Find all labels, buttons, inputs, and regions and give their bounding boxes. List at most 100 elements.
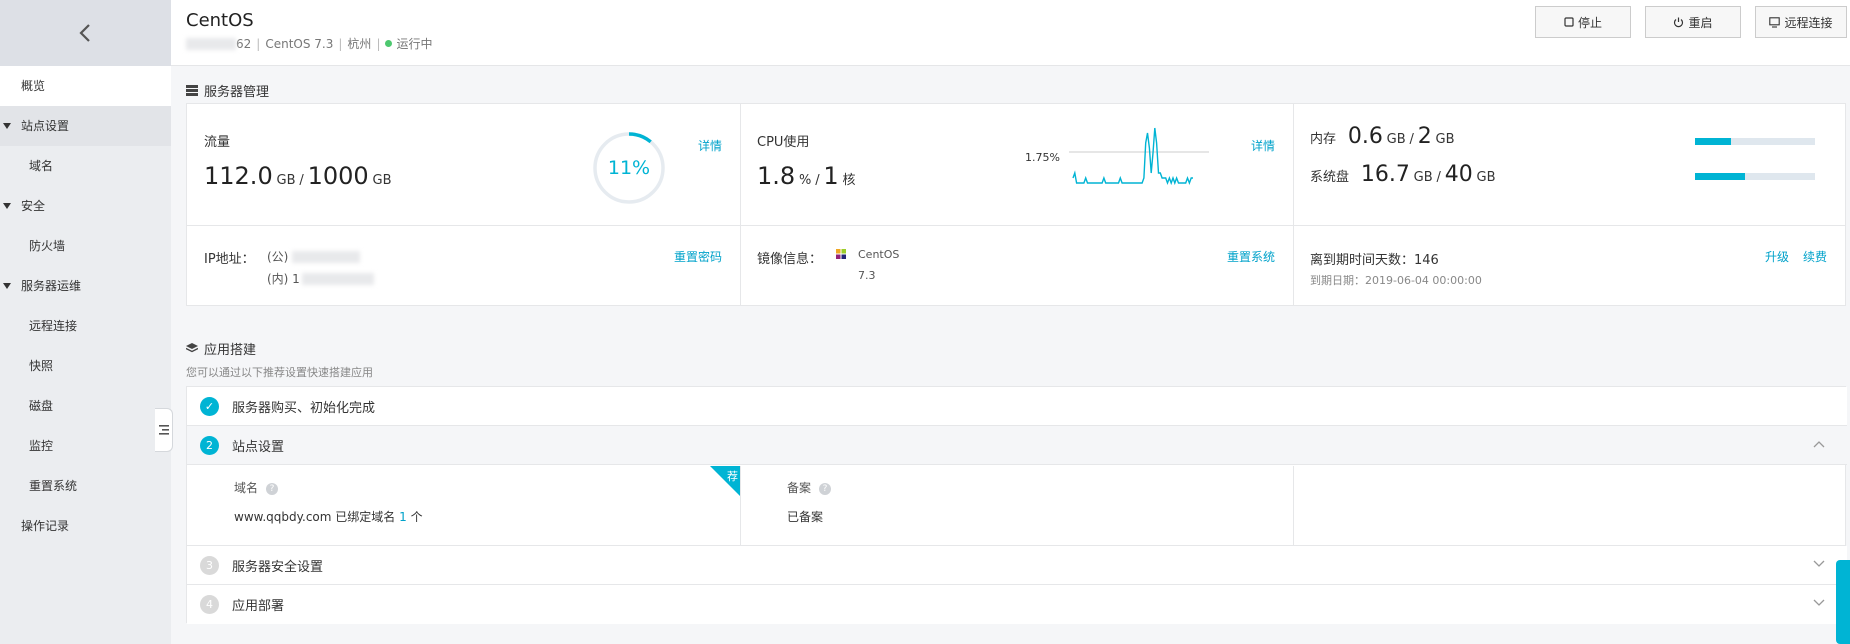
- upgrade-link[interactable]: 升级: [1765, 248, 1789, 265]
- app-subtitle: 您可以通过以下推荐设置快速搭建应用: [186, 366, 373, 379]
- power-icon: [1674, 17, 1684, 27]
- sidebar-item-8[interactable]: 磁盘: [0, 386, 171, 426]
- step-row-1[interactable]: ✓ 服务器购买、初始化完成: [187, 387, 1847, 426]
- step-number-2: 2: [200, 435, 219, 455]
- chevron-left-icon: [78, 24, 90, 42]
- sidebar-item-10[interactable]: 重置系统: [0, 466, 171, 506]
- stop-button[interactable]: 停止: [1535, 6, 1631, 38]
- sidebar-item-label: 域名: [29, 159, 54, 173]
- memory-usage-fill: [1695, 138, 1731, 145]
- domain-label: 域名?: [234, 479, 279, 496]
- record-value: 已备案: [787, 510, 824, 524]
- memory-value: 内存 0.6 GB / 2 GB: [1310, 124, 1455, 149]
- traffic-detail-link[interactable]: 详情: [698, 137, 722, 154]
- step-label-2: 站点设置: [232, 439, 285, 455]
- traffic-ring: 11%: [593, 132, 665, 204]
- step-number-3: 3: [200, 555, 219, 575]
- disk-usage-bar: [1695, 173, 1815, 180]
- layers-icon: [186, 343, 198, 353]
- domain-count-link[interactable]: 1: [399, 510, 407, 524]
- chevron-down-icon[interactable]: [1813, 599, 1825, 607]
- recommend-badge: 荐: [710, 466, 740, 496]
- disk-usage-fill: [1695, 173, 1746, 180]
- sidebar-item-label: 防火墙: [29, 239, 66, 253]
- reset-password-link[interactable]: 重置密码: [674, 248, 722, 265]
- monitor-icon: [1769, 16, 1781, 28]
- sidebar-item-0[interactable]: 概览: [0, 66, 171, 106]
- expire-date: 到期日期：2019-06-04 00:00:00: [1310, 274, 1482, 287]
- traffic-label: 流量: [204, 135, 231, 150]
- sidebar-collapse-toggle[interactable]: [155, 408, 173, 452]
- reset-system-link[interactable]: 重置系统: [1227, 248, 1275, 265]
- step-label-3: 服务器安全设置: [232, 559, 324, 575]
- remote-label: 远程连接: [1784, 15, 1833, 30]
- sidebar-item-1[interactable]: 站点设置: [0, 106, 171, 146]
- step-label-4: 应用部署: [232, 599, 285, 614]
- list-collapse-icon: [158, 425, 169, 435]
- image-version: 7.3: [858, 269, 876, 282]
- server-section-title: 服务器管理: [186, 81, 269, 100]
- sidebar-item-6[interactable]: 远程连接: [0, 306, 171, 346]
- traffic-value: 112.0 GB / 1000 GB: [204, 162, 392, 190]
- os-version: CentOS 7.3: [265, 36, 334, 51]
- region: 杭州: [347, 37, 372, 51]
- app-section-title: 应用搭建: [186, 339, 256, 358]
- sidebar-item-3[interactable]: 安全: [0, 186, 171, 226]
- sidebar-item-label: 重置系统: [29, 479, 78, 493]
- ip-label: IP地址：: [204, 252, 255, 267]
- private-ip: (内) 1: [267, 270, 374, 287]
- step-number-4: 4: [200, 595, 219, 614]
- server-overview-card: 流量 112.0 GB / 1000 GB 11% 详情 CPU使用 1.8 %…: [186, 103, 1846, 306]
- stop-icon: [1564, 17, 1574, 27]
- cpu-peak-label: 1.75%: [1025, 151, 1060, 164]
- caret-down-icon: [3, 203, 11, 209]
- caret-down-icon: [3, 283, 11, 289]
- consult-float-tab[interactable]: [1836, 560, 1850, 644]
- memory-usage-bar: [1695, 138, 1815, 145]
- image-label: 镜像信息：: [757, 252, 823, 267]
- restart-label: 重启: [1688, 15, 1713, 30]
- public-ip: (公): [267, 248, 361, 265]
- restart-button[interactable]: 重启: [1645, 6, 1741, 38]
- renew-link[interactable]: 续费: [1803, 248, 1827, 265]
- sidebar-item-11[interactable]: 操作记录: [0, 506, 171, 546]
- step-label-1: 服务器购买、初始化完成: [232, 400, 376, 416]
- sidebar-item-5[interactable]: 服务器运维: [0, 266, 171, 306]
- sidebar-item-label: 操作记录: [21, 519, 70, 533]
- caret-down-icon: [3, 123, 11, 129]
- cpu-detail-link[interactable]: 详情: [1251, 137, 1275, 154]
- status-text: 运行中: [396, 37, 433, 51]
- sidebar-item-label: 快照: [29, 359, 54, 373]
- ip-suffix: 62: [236, 36, 252, 51]
- stop-label: 停止: [1577, 15, 1602, 30]
- sidebar: 概览站点设置域名安全防火墙服务器运维远程连接快照磁盘监控重置系统操作记录: [0, 0, 173, 644]
- cpu-value: 1.8 % / 1 核: [757, 162, 856, 190]
- help-icon: ?: [266, 482, 279, 495]
- app-steps-card: ✓ 服务器购买、初始化完成 2 站点设置 域名? www.qqbdy.com 已…: [186, 386, 1847, 624]
- sidebar-item-label: 远程连接: [29, 319, 78, 333]
- sidebar-item-4[interactable]: 防火墙: [0, 226, 171, 266]
- cpu-series-line: [1072, 127, 1193, 186]
- traffic-percent: 11%: [608, 157, 650, 179]
- remote-connect-button[interactable]: 远程连接: [1755, 6, 1847, 38]
- redacted-ip: [186, 37, 236, 50]
- instance-summary: 62 | CentOS 7.3 | 杭州 | 运行中: [186, 35, 433, 52]
- centos-logo-icon: [836, 249, 846, 259]
- chevron-down-icon[interactable]: [1813, 560, 1825, 568]
- back-button[interactable]: [0, 0, 171, 66]
- sidebar-item-7[interactable]: 快照: [0, 346, 171, 386]
- sidebar-item-9[interactable]: 监控: [0, 426, 171, 466]
- step-row-2[interactable]: 2 站点设置: [187, 426, 1847, 465]
- page-header: CentOS 62 | CentOS 7.3 | 杭州 | 运行中 停止 重启 …: [171, 0, 1850, 66]
- step-row-4[interactable]: 4 应用部署: [187, 585, 1847, 624]
- sidebar-item-label: 磁盘: [29, 399, 54, 413]
- step-row-3[interactable]: 3 服务器安全设置: [187, 546, 1847, 585]
- expire-days: 离到期时间天数：146: [1310, 253, 1439, 268]
- cpu-sparkline: [1069, 127, 1209, 186]
- server-list-icon: [186, 85, 198, 96]
- sidebar-item-label: 安全: [21, 199, 46, 213]
- sidebar-item-2[interactable]: 域名: [0, 146, 171, 186]
- chevron-up-icon[interactable]: [1813, 440, 1825, 448]
- sidebar-item-label: 站点设置: [21, 119, 70, 133]
- sidebar-item-label: 概览: [21, 79, 46, 93]
